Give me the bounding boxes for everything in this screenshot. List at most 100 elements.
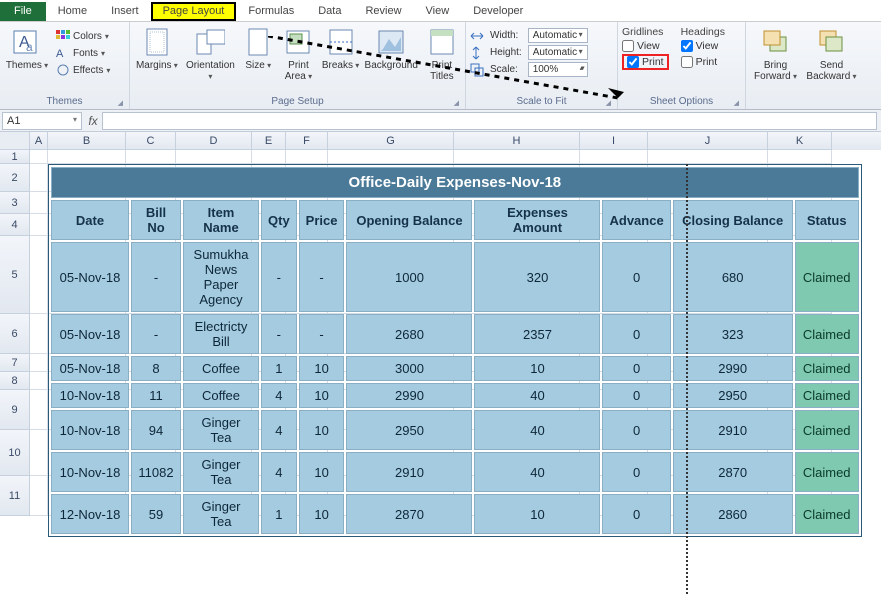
effects-button[interactable]: Effects▾ — [54, 62, 112, 78]
tab-developer[interactable]: Developer — [461, 2, 535, 21]
cell[interactable] — [648, 150, 768, 164]
row-header-4[interactable]: 4 — [0, 214, 30, 236]
name-box[interactable]: A1 — [2, 112, 82, 130]
breaks-button[interactable]: Breaks — [322, 24, 360, 71]
table-cell-date[interactable]: 10-Nov-18 — [51, 452, 129, 492]
table-cell-price[interactable]: 10 — [299, 452, 345, 492]
table-cell-bill[interactable]: - — [131, 314, 181, 354]
table-cell-open[interactable]: 2990 — [346, 383, 472, 408]
table-cell-bill[interactable]: 8 — [131, 356, 181, 381]
table-cell-price[interactable]: 10 — [299, 494, 345, 534]
table-cell-close[interactable]: 2990 — [673, 356, 793, 381]
colors-button[interactable]: Colors▾ — [54, 28, 112, 44]
row-header-9[interactable]: 9 — [0, 390, 30, 430]
cell[interactable] — [30, 390, 48, 430]
table-cell-exp[interactable]: 40 — [474, 452, 600, 492]
cell[interactable] — [30, 430, 48, 476]
table-cell-exp[interactable]: 40 — [474, 383, 600, 408]
table-cell-open[interactable]: 2870 — [346, 494, 472, 534]
table-cell-bill[interactable]: - — [131, 242, 181, 312]
table-cell-status[interactable]: Claimed — [795, 383, 859, 408]
tab-home[interactable]: Home — [46, 2, 99, 21]
row-header-7[interactable]: 7 — [0, 354, 30, 372]
print-area-button[interactable]: Print Area — [279, 24, 317, 82]
cell[interactable] — [30, 354, 48, 372]
col-header-E[interactable]: E — [252, 132, 286, 150]
table-cell-bill[interactable]: 59 — [131, 494, 181, 534]
col-header-B[interactable]: B — [48, 132, 126, 150]
cell[interactable] — [286, 150, 328, 164]
table-cell-bill[interactable]: 11082 — [131, 452, 181, 492]
themes-button[interactable]: Aa Themes — [4, 24, 50, 71]
table-cell-open[interactable]: 1000 — [346, 242, 472, 312]
table-cell-adv[interactable]: 0 — [602, 410, 670, 450]
col-header-G[interactable]: G — [328, 132, 454, 150]
cell[interactable] — [454, 150, 580, 164]
col-header-F[interactable]: F — [286, 132, 328, 150]
table-cell-qty[interactable]: 4 — [261, 410, 297, 450]
row-header-6[interactable]: 6 — [0, 314, 30, 354]
table-cell-item[interactable]: Coffee — [183, 356, 259, 381]
background-button[interactable]: Background — [364, 24, 419, 71]
col-header-J[interactable]: J — [648, 132, 768, 150]
table-cell-adv[interactable]: 0 — [602, 242, 670, 312]
table-cell-open[interactable]: 2910 — [346, 452, 472, 492]
row-header-8[interactable]: 8 — [0, 372, 30, 390]
table-cell-exp[interactable]: 40 — [474, 410, 600, 450]
cell[interactable] — [126, 150, 176, 164]
scale-spin[interactable]: 100% — [528, 62, 588, 77]
table-cell-close[interactable]: 2870 — [673, 452, 793, 492]
fonts-button[interactable]: A Fonts▾ — [54, 45, 112, 61]
table-cell-open[interactable]: 2950 — [346, 410, 472, 450]
col-header-H[interactable]: H — [454, 132, 580, 150]
table-cell-price[interactable]: 10 — [299, 356, 345, 381]
table-cell-date[interactable]: 10-Nov-18 — [51, 410, 129, 450]
cell[interactable] — [328, 150, 454, 164]
table-cell-status[interactable]: Claimed — [795, 410, 859, 450]
table-cell-item[interactable]: Ginger Tea — [183, 494, 259, 534]
col-header-A[interactable]: A — [30, 132, 48, 150]
cell[interactable] — [30, 236, 48, 314]
headings-view-check[interactable]: View — [681, 40, 725, 52]
cell[interactable] — [30, 372, 48, 390]
headings-print-check[interactable]: Print — [681, 54, 725, 70]
table-cell-price[interactable]: - — [299, 314, 345, 354]
col-header-I[interactable]: I — [580, 132, 648, 150]
gridlines-print-check[interactable]: Print — [627, 56, 664, 68]
table-cell-item[interactable]: Sumukha News Paper Agency — [183, 242, 259, 312]
orientation-button[interactable]: Orientation — [184, 24, 237, 82]
table-cell-status[interactable]: Claimed — [795, 242, 859, 312]
table-cell-exp[interactable]: 2357 — [474, 314, 600, 354]
row-header-3[interactable]: 3 — [0, 192, 30, 214]
table-cell-qty[interactable]: - — [261, 242, 297, 312]
table-cell-adv[interactable]: 0 — [602, 356, 670, 381]
table-cell-qty[interactable]: 4 — [261, 383, 297, 408]
table-cell-price[interactable]: 10 — [299, 410, 345, 450]
table-cell-item[interactable]: Ginger Tea — [183, 452, 259, 492]
table-cell-price[interactable]: - — [299, 242, 345, 312]
table-cell-qty[interactable]: - — [261, 314, 297, 354]
row-header-11[interactable]: 11 — [0, 476, 30, 516]
gridlines-view-check[interactable]: View — [622, 40, 669, 52]
table-cell-qty[interactable]: 1 — [261, 356, 297, 381]
row-header-10[interactable]: 10 — [0, 430, 30, 476]
table-cell-qty[interactable]: 4 — [261, 452, 297, 492]
table-cell-open[interactable]: 3000 — [346, 356, 472, 381]
tab-page-layout[interactable]: Page Layout — [151, 2, 237, 21]
cell[interactable] — [30, 192, 48, 214]
table-cell-date[interactable]: 10-Nov-18 — [51, 383, 129, 408]
cell[interactable] — [30, 150, 48, 164]
height-combo[interactable]: Automatic — [528, 45, 588, 60]
width-combo[interactable]: Automatic — [528, 28, 588, 43]
table-cell-close[interactable]: 2950 — [673, 383, 793, 408]
table-cell-item[interactable]: Electricty Bill — [183, 314, 259, 354]
table-cell-status[interactable]: Claimed — [795, 452, 859, 492]
select-all-corner[interactable] — [0, 132, 30, 150]
margins-button[interactable]: Margins — [134, 24, 180, 71]
table-cell-adv[interactable]: 0 — [602, 314, 670, 354]
table-cell-qty[interactable]: 1 — [261, 494, 297, 534]
cell[interactable] — [48, 150, 126, 164]
tab-formulas[interactable]: Formulas — [236, 2, 306, 21]
table-cell-status[interactable]: Claimed — [795, 314, 859, 354]
table-cell-item[interactable]: Ginger Tea — [183, 410, 259, 450]
